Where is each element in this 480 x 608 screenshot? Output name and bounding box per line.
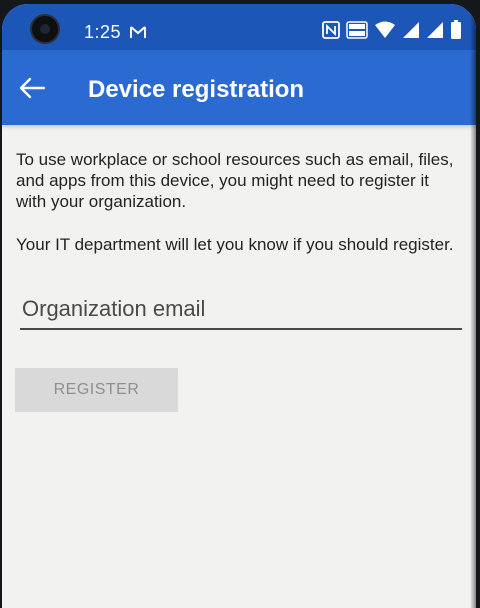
status-time: 1:25 bbox=[84, 22, 122, 42]
page-title: Device registration bbox=[88, 76, 305, 103]
it-department-text: Your IT department will let you know if … bbox=[16, 235, 454, 254]
email-field[interactable] bbox=[20, 292, 464, 330]
screen: 1:25 Device registration To use workplac… bbox=[2, 4, 476, 608]
battery-icon bbox=[451, 20, 461, 39]
volte-icon bbox=[346, 21, 368, 39]
main-content: To use workplace or school resources suc… bbox=[16, 149, 462, 255]
back-button[interactable] bbox=[14, 70, 50, 106]
gmail-icon bbox=[130, 26, 146, 38]
register-button[interactable]: REGISTER bbox=[15, 368, 178, 412]
wifi-icon bbox=[375, 21, 395, 38]
signal-icon-2 bbox=[427, 22, 443, 38]
front-camera bbox=[32, 16, 58, 42]
app-bar: Device registration bbox=[2, 50, 476, 125]
signal-icon bbox=[403, 22, 419, 38]
status-bar: 1:25 bbox=[2, 4, 476, 50]
screen-edge-shade bbox=[470, 4, 476, 608]
email-input[interactable] bbox=[20, 292, 464, 326]
nfc-icon bbox=[322, 21, 340, 39]
device-frame: 1:25 Device registration To use workplac… bbox=[0, 0, 480, 608]
intro-text: To use workplace or school resources suc… bbox=[16, 150, 454, 211]
arrow-left-icon bbox=[19, 77, 46, 99]
status-icons bbox=[322, 20, 462, 40]
